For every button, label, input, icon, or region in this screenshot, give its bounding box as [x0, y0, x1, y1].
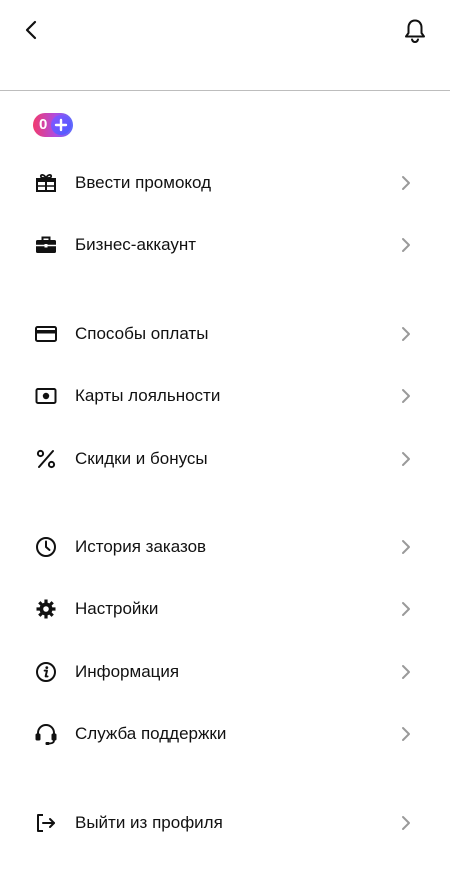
- menu-item-label: Бизнес-аккаунт: [75, 235, 197, 254]
- menu-item-logout[interactable]: Выйти из профиля: [0, 796, 450, 850]
- menu-item-payment-methods[interactable]: Способы оплаты: [0, 307, 450, 361]
- clock-icon: [34, 535, 58, 559]
- menu-item-label: Выйти из профиля: [75, 813, 223, 832]
- chevron-right-icon: [398, 451, 414, 467]
- loyalty-card-icon: [34, 384, 58, 408]
- menu-item-settings[interactable]: Настройки: [0, 582, 450, 636]
- chevron-right-icon: [398, 664, 414, 680]
- chevron-right-icon: [398, 237, 414, 253]
- menu-item-support[interactable]: Служба поддержки: [0, 707, 450, 761]
- credit-card-icon: [34, 322, 58, 346]
- plus-icon: [51, 115, 71, 135]
- menu-item-label: Служба поддержки: [75, 724, 227, 743]
- menu-item-order-history[interactable]: История заказов: [0, 520, 450, 574]
- briefcase-icon: [34, 233, 58, 257]
- top-bar: [0, 0, 450, 60]
- menu-item-business-account[interactable]: Бизнес-аккаунт: [0, 218, 450, 272]
- gear-icon: [34, 597, 58, 621]
- menu-item-label: Настройки: [75, 599, 159, 618]
- chevron-right-icon: [398, 601, 414, 617]
- info-icon: [34, 660, 58, 684]
- chevron-right-icon: [398, 326, 414, 342]
- bell-icon: [405, 19, 425, 44]
- back-button[interactable]: [17, 16, 45, 44]
- menu-item-label: Скидки и бонусы: [75, 449, 208, 468]
- chevron-right-icon: [398, 539, 414, 555]
- percent-icon: [34, 447, 58, 471]
- chevron-right-icon: [398, 815, 414, 831]
- plus-points-badge[interactable]: 0: [33, 113, 73, 137]
- gift-icon: [34, 171, 58, 195]
- menu-item-label: Карты лояльности: [75, 386, 221, 405]
- headset-icon: [34, 722, 58, 746]
- plus-points-count: 0: [39, 116, 48, 133]
- menu-item-label: Ввести промокод: [75, 173, 212, 192]
- profile-menu-screen: 0 Ввести промокод Бизнес-аккаунт Способы…: [0, 0, 450, 870]
- chevron-right-icon: [398, 388, 414, 404]
- chevron-left-icon: [25, 20, 37, 40]
- menu-item-information[interactable]: Информация: [0, 645, 450, 699]
- menu-item-label: История заказов: [75, 537, 207, 556]
- menu-item-discounts-bonuses[interactable]: Скидки и бонусы: [0, 432, 450, 486]
- chevron-right-icon: [398, 175, 414, 191]
- chevron-right-icon: [398, 726, 414, 742]
- menu-item-loyalty-cards[interactable]: Карты лояльности: [0, 369, 450, 423]
- header-divider: [0, 90, 450, 91]
- logout-icon: [34, 811, 58, 835]
- menu-item-promo-code[interactable]: Ввести промокод: [0, 156, 450, 210]
- notifications-button[interactable]: [400, 16, 430, 46]
- menu-item-label: Способы оплаты: [75, 324, 209, 343]
- menu-item-label: Информация: [75, 662, 180, 681]
